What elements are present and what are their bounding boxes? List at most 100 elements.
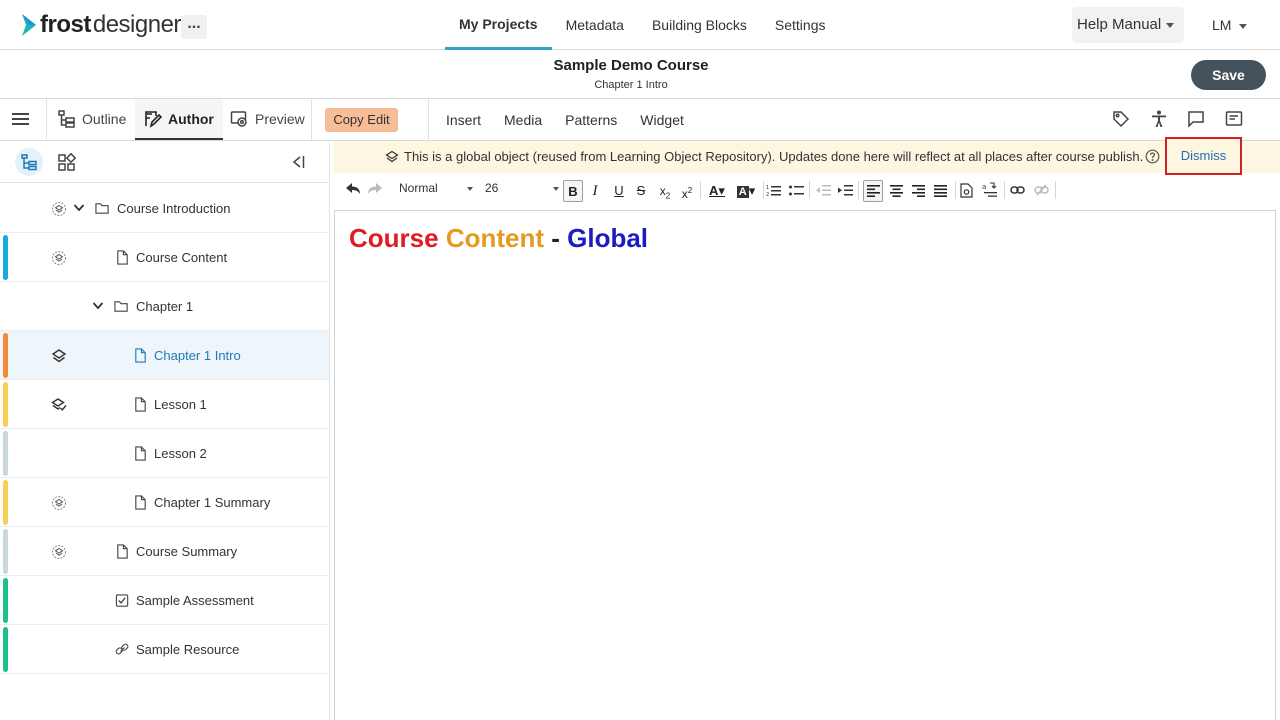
insert-file-icon[interactable]	[960, 183, 973, 198]
strikethrough-button[interactable]: S	[631, 180, 651, 202]
page-icon	[117, 544, 128, 559]
main-nav-tabs: My Projects Metadata Building Blocks Set…	[445, 0, 840, 50]
chevron-down-icon	[1239, 23, 1248, 29]
frost-designer-logo[interactable]: frost designer	[20, 10, 181, 40]
font-color-button[interactable]: A▾	[704, 180, 730, 202]
preview-mode-button[interactable]: Preview	[230, 99, 305, 139]
heading-word-global: Global	[567, 223, 649, 253]
hamburger-menu-icon[interactable]	[12, 112, 29, 126]
indent-icon[interactable]	[838, 184, 853, 197]
chevron-down-icon	[467, 187, 473, 191]
editor-heading: Course Content - Global	[349, 223, 648, 254]
chevron-down-icon[interactable]	[92, 301, 104, 311]
text-direction-icon[interactable]: a	[982, 182, 999, 198]
global-object-banner: This is a global object (reused from Lea…	[334, 137, 1280, 175]
course-outline-panel: Course Introduction Course Content Chapter…	[0, 141, 330, 720]
comment-icon[interactable]	[1187, 110, 1205, 128]
nav-tab-my-projects[interactable]: My Projects	[445, 0, 552, 50]
copy-edit-button[interactable]: Copy Edit	[325, 108, 398, 132]
paragraph-style-select[interactable]: Normal	[399, 181, 438, 195]
page-icon	[135, 495, 146, 510]
help-manual-dropdown[interactable]: Help Manual	[1072, 7, 1184, 43]
status-color-bar	[3, 627, 8, 672]
underline-button[interactable]: U	[609, 180, 629, 202]
user-menu[interactable]: LM	[1212, 17, 1248, 33]
author-mode-button[interactable]: Author	[135, 99, 223, 140]
outline-item[interactable]: Lesson 1	[0, 380, 329, 429]
status-color-bar	[3, 529, 8, 574]
menu-media[interactable]: Media	[504, 99, 542, 141]
dismiss-button[interactable]: Dismiss	[1165, 137, 1242, 175]
align-justify-icon[interactable]	[934, 185, 947, 197]
nav-tab-metadata[interactable]: Metadata	[552, 0, 638, 50]
save-button[interactable]: Save	[1191, 60, 1266, 90]
align-left-icon	[866, 185, 880, 197]
outline-item[interactable]: Sample Assessment	[0, 576, 329, 625]
outline-item-label: Lesson 2	[154, 446, 207, 461]
link-icon	[115, 643, 129, 655]
page-icon	[135, 446, 146, 461]
global-object-icon	[52, 251, 66, 265]
global-object-icon	[52, 496, 66, 510]
menu-insert[interactable]: Insert	[446, 99, 481, 141]
undo-icon[interactable]	[346, 183, 360, 195]
unlink-icon[interactable]	[1034, 184, 1049, 196]
outline-mode-button[interactable]: Outline	[57, 99, 126, 139]
menu-widget[interactable]: Widget	[640, 99, 684, 141]
course-title: Sample Demo Course	[553, 57, 709, 74]
superscript-button[interactable]: x2	[677, 180, 697, 202]
outline-item-label: Course Introduction	[117, 201, 231, 216]
help-manual-label: Help Manual	[1077, 16, 1162, 33]
font-size-select[interactable]: 26	[485, 181, 498, 195]
grid-view-icon[interactable]	[57, 153, 76, 172]
user-initials: LM	[1212, 17, 1232, 33]
menu-patterns[interactable]: Patterns	[565, 99, 617, 141]
status-color-bar	[3, 333, 8, 378]
notes-panel-icon[interactable]	[1225, 110, 1243, 128]
chevron-down-icon[interactable]	[73, 203, 85, 213]
help-circle-icon[interactable]	[1145, 149, 1160, 164]
bulleted-list-icon[interactable]	[789, 184, 804, 197]
italic-button[interactable]: I	[585, 180, 605, 202]
preview-mode-label: Preview	[255, 111, 305, 127]
outline-item-label: Chapter 1	[136, 299, 194, 314]
logo-text-bold: frost	[40, 11, 91, 38]
outline-item[interactable]: Course Introduction	[0, 184, 329, 233]
svg-text:1: 1	[766, 185, 769, 191]
redo-icon[interactable]	[368, 183, 382, 195]
tree-view-toggle[interactable]	[15, 148, 43, 176]
author-mode-label: Author	[168, 110, 214, 127]
nav-tab-settings[interactable]: Settings	[761, 0, 840, 50]
layers-icon	[51, 349, 67, 363]
outline-item[interactable]: Chapter 1	[0, 282, 329, 331]
logo-text-rest: designer	[92, 11, 182, 38]
outline-item[interactable]: Chapter 1 Intro	[0, 331, 329, 380]
tag-icon[interactable]	[1112, 110, 1130, 128]
nav-tab-building-blocks[interactable]: Building Blocks	[638, 0, 761, 50]
more-menu-button[interactable]: ...	[181, 15, 207, 39]
collapse-panel-icon[interactable]	[291, 155, 305, 169]
font-size-value: 26	[485, 181, 499, 195]
highlight-color-button[interactable]: A ▾	[733, 180, 759, 202]
outline-panel-toolbar	[0, 141, 330, 183]
align-center-icon[interactable]	[890, 185, 903, 197]
divider	[428, 99, 429, 141]
outline-item[interactable]: Lesson 2	[0, 429, 329, 478]
outline-item[interactable]: Course Content	[0, 233, 329, 282]
outline-item[interactable]: Chapter 1 Summary	[0, 478, 329, 527]
content-editor[interactable]: Course Content - Global	[334, 210, 1276, 720]
align-left-button[interactable]	[863, 180, 883, 202]
divider	[955, 181, 956, 199]
bold-button[interactable]: B	[563, 180, 583, 202]
link-icon[interactable]	[1010, 184, 1025, 196]
layers-icon	[385, 150, 399, 163]
outline-item[interactable]: Sample Resource	[0, 625, 329, 674]
subscript-button[interactable]: x2	[655, 180, 675, 202]
outdent-icon[interactable]	[816, 184, 831, 197]
divider	[763, 181, 764, 199]
status-color-bar	[3, 382, 8, 427]
align-right-icon[interactable]	[912, 185, 925, 197]
numbered-list-icon[interactable]: 12	[766, 184, 781, 197]
outline-item[interactable]: Course Summary	[0, 527, 329, 576]
accessibility-icon[interactable]	[1151, 110, 1167, 128]
